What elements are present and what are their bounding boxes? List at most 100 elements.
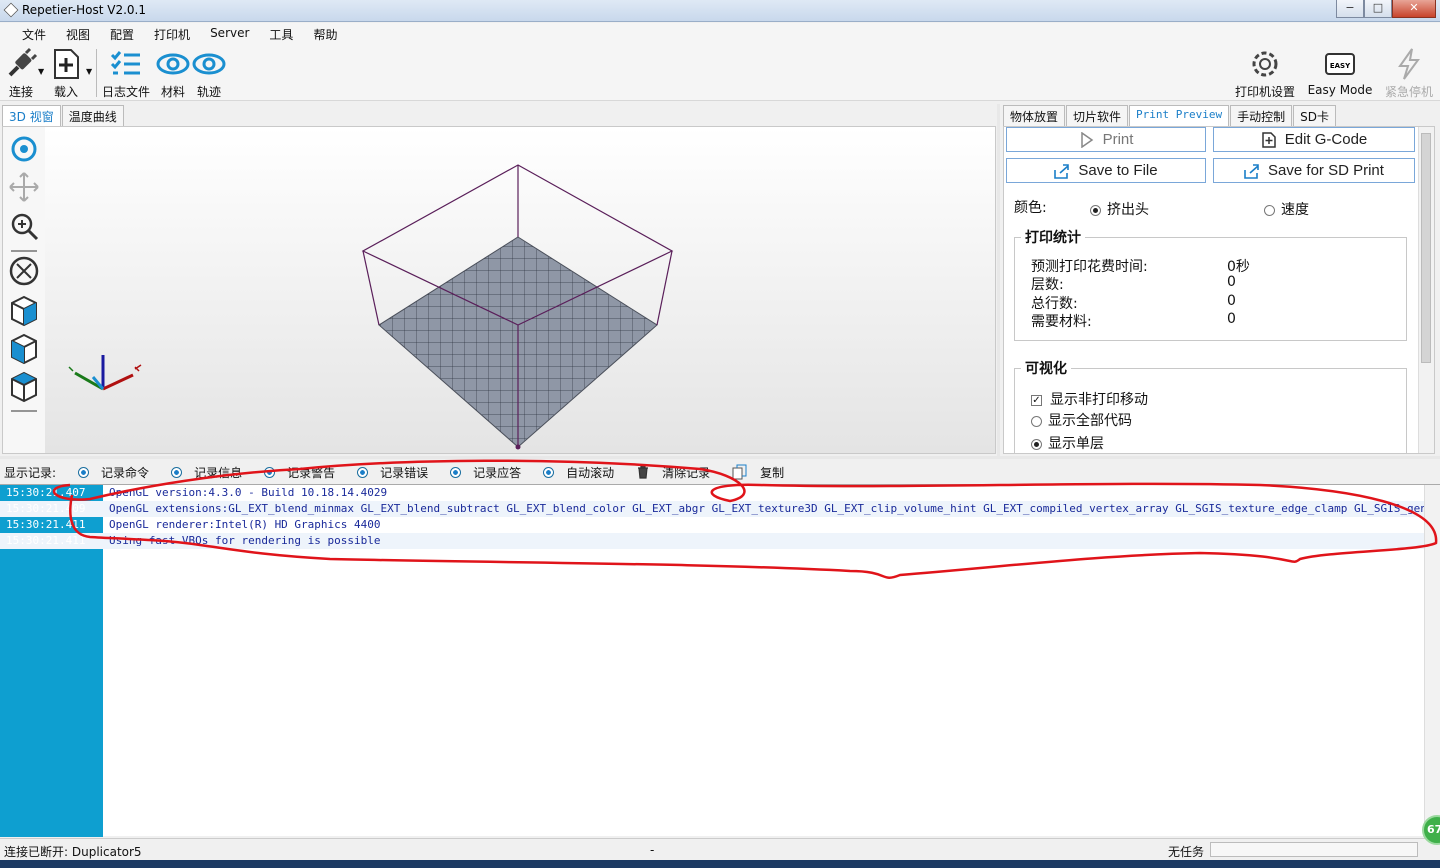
log-message: Using fast VBOs for rendering is possibl…: [109, 534, 381, 547]
job-status: 无任务: [1168, 845, 1205, 859]
log-line: 15:30:21.411 Using fast VBOs for renderi…: [0, 533, 1424, 549]
show-all-code[interactable]: 显示全部代码: [1031, 410, 1132, 430]
scrollbar-thumb[interactable]: [1421, 133, 1431, 363]
tab-slicer[interactable]: 切片软件: [1066, 105, 1129, 126]
tab-3d-view[interactable]: 3D 视窗: [2, 105, 61, 126]
log-timestamp: 15:30:21.411: [6, 534, 86, 547]
easy-mode-icon: EASY: [1325, 53, 1355, 75]
copy-log-label: 复制: [760, 465, 785, 480]
printer-settings-button[interactable]: 打印机设置: [1234, 47, 1296, 100]
svg-text:EASY: EASY: [1330, 62, 1351, 70]
edit-gcode-button[interactable]: Edit G-Code: [1213, 127, 1415, 152]
menu-printer[interactable]: 打印机: [146, 23, 198, 45]
log-file-button[interactable]: 日志文件: [100, 47, 152, 100]
vertical-splitter[interactable]: [997, 104, 1000, 456]
menu-file[interactable]: 文件: [14, 23, 54, 45]
job-progress-bar: [1210, 842, 1418, 857]
radio-icon: [543, 466, 555, 478]
view-tool-column: [3, 127, 45, 453]
radio-extruder[interactable]: [1090, 204, 1101, 216]
visualization-title: 可视化: [1021, 358, 1071, 378]
color-option-speed[interactable]: 速度: [1264, 199, 1309, 219]
log-errors-label: 记录错误: [380, 465, 429, 480]
stat-material-value: 0: [1227, 311, 1236, 327]
log-area[interactable]: 15:30:21.407 OpenGL version:4.3.0 - Buil…: [0, 484, 1440, 837]
show-single-layer[interactable]: 显示单层: [1031, 433, 1104, 453]
log-line: 15:30:21.411 OpenGL renderer:Intel(R) HD…: [0, 517, 1424, 533]
material-button[interactable]: 材料: [156, 47, 190, 100]
easy-mode-button[interactable]: EASY Easy Mode: [1306, 47, 1374, 97]
menu-server[interactable]: Server: [202, 23, 257, 45]
log-warnings-toggle[interactable]: 记录警告: [264, 464, 335, 481]
front-view-cube-icon[interactable]: [11, 295, 37, 327]
log-message: OpenGL renderer:Intel(R) HD Graphics 440…: [109, 518, 381, 531]
3d-scene[interactable]: [45, 127, 995, 453]
tab-object-placement[interactable]: 物体放置: [1003, 105, 1066, 126]
connect-label: 连接: [8, 85, 33, 99]
maximize-button[interactable]: □: [1364, 0, 1392, 18]
connect-button[interactable]: 连接: [2, 47, 40, 100]
menu-view[interactable]: 视图: [58, 23, 98, 45]
show-non-print-moves-checkbox[interactable]: ✓: [1031, 394, 1042, 406]
tab-temperature-curve[interactable]: 温度曲线: [61, 105, 124, 126]
clear-log-button[interactable]: 清除记录: [636, 464, 710, 481]
radio-show-all-code[interactable]: [1031, 415, 1042, 427]
tab-print-preview[interactable]: Print Preview: [1129, 105, 1230, 126]
menu-tools[interactable]: 工具: [261, 23, 301, 45]
log-timestamp: 15:30:21.411: [6, 518, 86, 531]
fit-view-icon[interactable]: [9, 256, 39, 286]
menu-help[interactable]: 帮助: [305, 23, 345, 45]
save-for-sd-button[interactable]: Save for SD Print: [1213, 158, 1415, 183]
eye-icon: [156, 53, 190, 75]
radio-icon: [357, 466, 369, 478]
close-button[interactable]: ✕: [1392, 0, 1436, 18]
trash-icon: [638, 465, 649, 479]
path-button[interactable]: 轨迹: [192, 47, 226, 100]
log-line: 15:30:21.409 OpenGL extensions:GL_EXT_bl…: [0, 501, 1424, 517]
menu-config[interactable]: 配置: [102, 23, 142, 45]
log-commands-toggle[interactable]: 记录命令: [78, 464, 149, 481]
log-toolbar: 显示记录: 记录命令 记录信息 记录警告 记录错误 记录应答 自动滚动 清除记录…: [0, 460, 1440, 484]
log-errors-toggle[interactable]: 记录错误: [357, 464, 428, 481]
window-title: Repetier-Host V2.0.1: [22, 3, 146, 17]
right-panel-scrollbar[interactable]: [1418, 127, 1434, 453]
toolbar: 连接 ▼ 载入 ▼ 日志文件 材料 轨迹 打印机设置 EASY Easy Mod…: [0, 45, 1440, 101]
load-button[interactable]: 载入: [50, 47, 82, 100]
color-option-extruder-label: 挤出头: [1107, 202, 1149, 218]
horizontal-splitter[interactable]: [0, 456, 1440, 459]
side-view-cube-icon[interactable]: [11, 333, 37, 365]
color-option-extruder[interactable]: 挤出头: [1090, 199, 1149, 219]
radio-speed[interactable]: [1264, 204, 1275, 216]
top-view-cube-icon[interactable]: [11, 371, 37, 403]
lightning-icon: [1398, 48, 1420, 80]
color-label: 颜色:: [1014, 200, 1047, 216]
stat-material-label: 需要材料:: [1031, 314, 1092, 330]
log-scrollbar[interactable]: [1424, 485, 1440, 837]
load-dropdown-icon[interactable]: ▼: [86, 67, 92, 76]
radio-show-single-layer[interactable]: [1031, 438, 1042, 450]
load-label: 载入: [53, 85, 78, 99]
export-icon: [1054, 163, 1070, 179]
plug-icon: [8, 47, 38, 77]
log-acks-toggle[interactable]: 记录应答: [450, 464, 521, 481]
print-stats-title: 打印统计: [1021, 227, 1085, 247]
print-button[interactable]: Print: [1006, 127, 1206, 152]
emergency-stop-button[interactable]: 紧急停机: [1382, 47, 1436, 100]
save-to-file-button[interactable]: Save to File: [1006, 158, 1206, 183]
tab-manual-control[interactable]: 手动控制: [1230, 105, 1293, 126]
radio-icon: [450, 466, 462, 478]
log-warnings-label: 记录警告: [287, 465, 336, 480]
rotate-view-icon[interactable]: [11, 136, 37, 162]
stat-time-label: 预测打印花费时间:: [1031, 259, 1148, 275]
zoom-view-icon[interactable]: [11, 213, 39, 241]
auto-scroll-toggle[interactable]: 自动滚动: [543, 464, 614, 481]
show-non-print-moves[interactable]: ✓ 显示非打印移动: [1031, 389, 1148, 409]
connect-dropdown-icon[interactable]: ▼: [38, 67, 44, 76]
log-info-toggle[interactable]: 记录信息: [171, 464, 242, 481]
copy-log-button[interactable]: 复制: [732, 464, 784, 481]
status-middle: -: [650, 843, 655, 857]
copy-icon: [732, 464, 747, 480]
move-view-icon[interactable]: [9, 172, 39, 202]
tab-sd-card[interactable]: SD卡: [1293, 105, 1336, 126]
minimize-button[interactable]: −: [1336, 0, 1364, 18]
